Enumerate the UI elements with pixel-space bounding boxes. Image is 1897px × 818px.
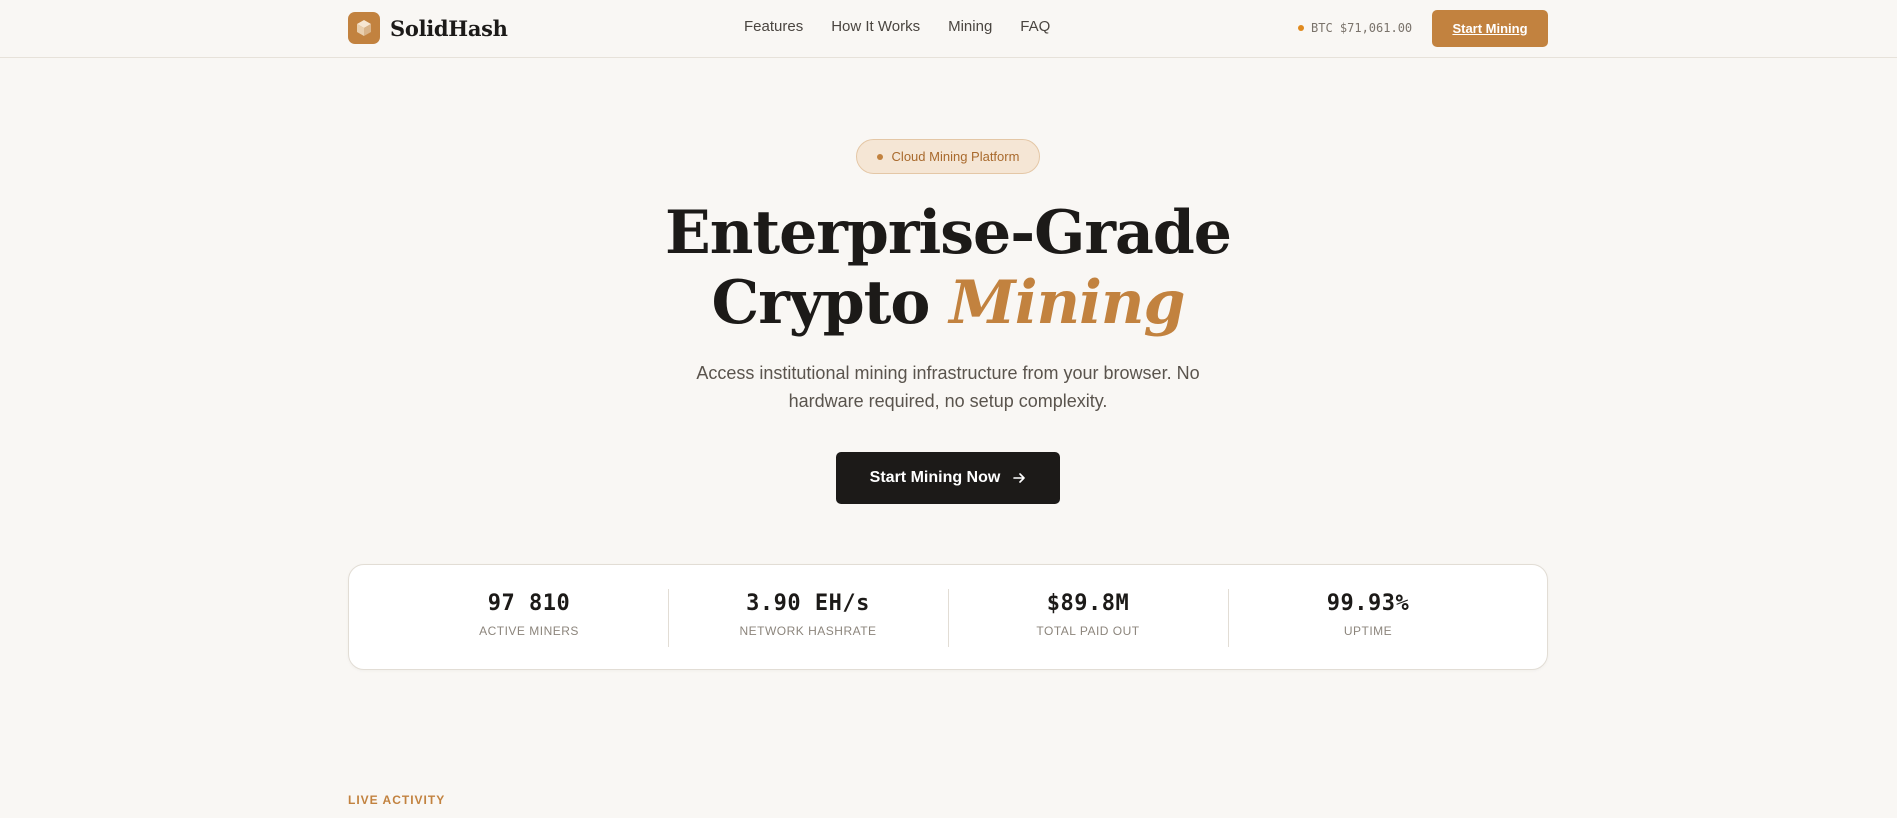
stats-card: 97 810 Active Miners 3.90 EH/s Network H… [348,564,1548,670]
stat-divider [948,589,949,647]
stat-network-hashrate: 3.90 EH/s Network Hashrate [708,591,908,638]
stat-value: 97 810 [487,591,571,616]
stat-label: Active Miners [479,624,579,638]
stat-value: 99.93% [1326,591,1410,616]
stat-value: $89.8M [1046,591,1130,616]
live-activity-label: LIVE ACTIVITY [348,793,446,807]
nav-link-mining[interactable]: Mining [948,18,992,35]
cube-icon [348,12,380,44]
nav-links: Features How It Works Mining FAQ [744,18,1050,35]
hero-subtitle: Access institutional mining infrastructu… [696,363,1200,411]
stat-divider [668,589,669,647]
start-mining-now-label: Start Mining Now [869,469,1001,486]
hero-title-plain: Crypto [711,268,930,338]
stat-label: Total Paid Out [1036,624,1140,638]
stat-value: 3.90 EH/s [746,591,870,616]
live-dot-icon [1298,25,1304,31]
brand[interactable]: SolidHash [348,12,508,44]
brand-name: SolidHash [390,15,508,41]
hero-title-accent: Mining [949,268,1185,338]
btc-price: BTC $71,061.00 [1311,21,1413,35]
start-mining-button[interactable]: Start Mining [1432,10,1548,47]
start-mining-now-button[interactable]: Start Mining Now [836,452,1060,504]
nav-link-how-it-works[interactable]: How It Works [831,18,920,35]
top-nav: SolidHash Features How It Works Mining F… [0,0,1897,58]
stat-active-miners: 97 810 Active Miners [429,591,629,638]
stat-total-paid-out: $89.8M Total Paid Out [988,591,1188,638]
stat-label: Uptime [1343,624,1393,638]
hero-title-line1: Enterprise-Grade [665,198,1232,268]
btc-price-ticker: BTC $71,061.00 [1298,21,1412,35]
badge-dot-icon [876,153,883,160]
stat-uptime: 99.93% Uptime [1268,591,1468,638]
stat-label: Network Hashrate [739,624,877,638]
nav-link-features[interactable]: Features [744,18,803,35]
arrow-right-icon [1013,473,1026,483]
hero-title: Enterprise-Grade Crypto Mining [548,198,1348,338]
stat-divider [1228,589,1229,647]
nav-link-faq[interactable]: FAQ [1020,18,1050,35]
hero-badge: Cloud Mining Platform [856,139,1040,174]
hero-badge-text: Cloud Mining Platform [891,149,1020,164]
